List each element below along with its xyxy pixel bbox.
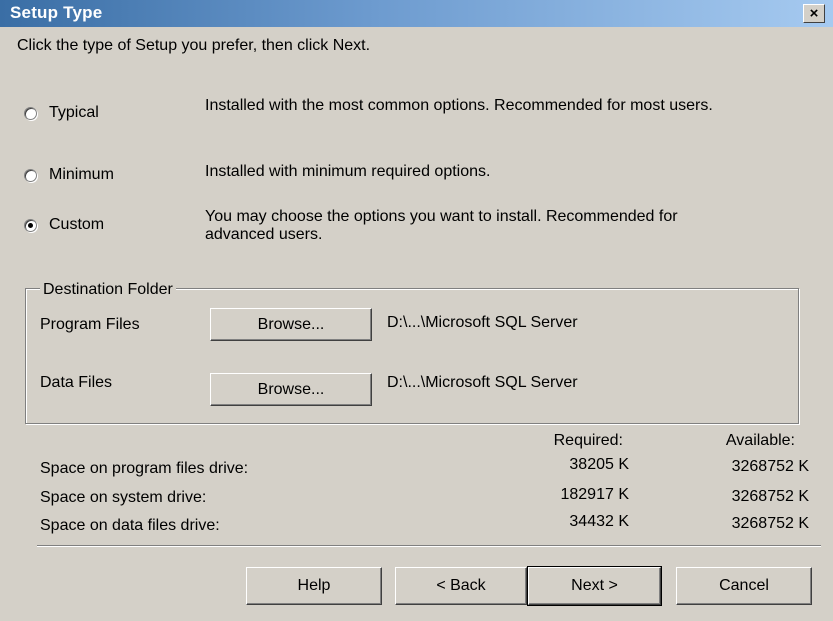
space-program-label: Space on program files drive:	[40, 460, 249, 477]
data-files-path: D:\...\Microsoft SQL Server	[387, 374, 578, 391]
title-bar[interactable]: Setup Type ×	[0, 0, 833, 27]
space-system-label: Space on system drive:	[40, 489, 207, 506]
required-header: Required:	[553, 432, 623, 449]
cancel-button[interactable]: Cancel	[676, 567, 812, 605]
custom-description-line2: advanced users.	[205, 226, 323, 243]
instruction-text: Click the type of Setup you prefer, then…	[17, 37, 371, 54]
window-title: Setup Type	[10, 3, 103, 22]
radio-minimum-circle[interactable]	[24, 168, 37, 182]
space-data-required: 34432 K	[569, 513, 629, 530]
back-button[interactable]: < Back	[395, 567, 527, 605]
space-system-required: 182917 K	[560, 486, 629, 503]
minimum-description: Installed with minimum required options.	[205, 163, 491, 180]
space-program-required: 38205 K	[569, 456, 629, 473]
available-header: Available:	[725, 432, 795, 449]
next-button[interactable]: Next >	[527, 566, 662, 606]
radio-typical-label[interactable]: Typical	[49, 104, 99, 122]
program-files-browse-button[interactable]: Browse...	[210, 308, 372, 341]
close-icon: ×	[809, 5, 819, 22]
space-data-label: Space on data files drive:	[40, 517, 220, 534]
radio-custom-circle[interactable]	[24, 218, 37, 232]
destination-folder-group	[25, 288, 799, 424]
data-files-label: Data Files	[40, 374, 113, 391]
setup-type-dialog: Setup Type × Click the type of Setup you…	[0, 0, 833, 621]
program-files-label: Program Files	[40, 316, 140, 333]
space-program-available: 3268752 K	[731, 458, 809, 475]
radio-typical-circle[interactable]	[24, 106, 37, 120]
space-data-available: 3268752 K	[731, 515, 809, 532]
radio-minimum[interactable]: Minimum	[24, 166, 114, 184]
space-system-available: 3268752 K	[731, 488, 809, 505]
typical-description: Installed with the most common options. …	[205, 97, 713, 114]
data-files-browse-button[interactable]: Browse...	[210, 373, 372, 406]
separator-line	[37, 545, 821, 547]
program-files-path: D:\...\Microsoft SQL Server	[387, 314, 578, 331]
custom-description-line1: You may choose the options you want to i…	[205, 208, 678, 225]
radio-minimum-label[interactable]: Minimum	[49, 166, 114, 184]
help-button[interactable]: Help	[246, 567, 382, 605]
radio-custom[interactable]: Custom	[24, 216, 104, 234]
destination-folder-legend: Destination Folder	[40, 281, 176, 299]
close-button[interactable]: ×	[803, 4, 825, 23]
radio-typical[interactable]: Typical	[24, 104, 99, 122]
radio-custom-label[interactable]: Custom	[49, 216, 104, 234]
